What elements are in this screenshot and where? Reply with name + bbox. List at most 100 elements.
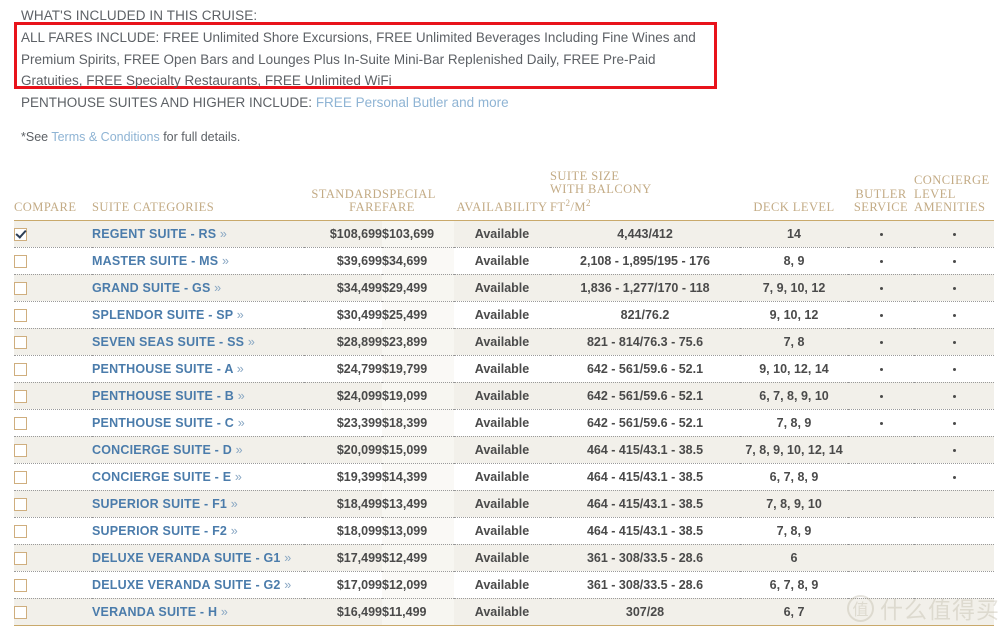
suite-category-cell: CONCIERGE SUITE - E »	[92, 463, 304, 491]
compare-checkbox[interactable]	[14, 308, 27, 322]
special-fare-cell: $12,099	[382, 571, 454, 599]
suite-size-cell: 464 - 415/43.1 - 38.5	[550, 463, 740, 491]
header-special-fare-line2: FARE	[382, 200, 415, 214]
suite-category-link[interactable]: DELUXE VERANDA SUITE - G2 »	[92, 578, 291, 592]
suite-category-link[interactable]: CONCIERGE SUITE - D »	[92, 443, 243, 457]
compare-cell	[14, 463, 92, 491]
availability-cell: Available	[454, 544, 550, 572]
compare-checkbox[interactable]	[14, 551, 27, 565]
compare-checkbox[interactable]	[14, 227, 27, 241]
special-fare-cell: $25,499	[382, 301, 454, 329]
suite-size-cell: 1,836 - 1,277/170 - 118	[550, 274, 740, 302]
concierge-bullet-icon	[952, 475, 956, 479]
suite-category-link[interactable]: SEVEN SEAS SUITE - SS »	[92, 335, 255, 349]
special-fare-cell: $29,499	[382, 274, 454, 302]
suite-category-link[interactable]: REGENT SUITE - RS »	[92, 227, 227, 241]
table-row: PENTHOUSE SUITE - C » $23,399 $18,399 Avail…	[14, 409, 994, 437]
suite-category-link[interactable]: SUPERIOR SUITE - F1 »	[92, 497, 238, 511]
special-fare-cell: $103,699	[382, 220, 454, 248]
suite-category-link[interactable]: PENTHOUSE SUITE - B »	[92, 389, 245, 403]
chevron-right-icon: »	[214, 280, 222, 295]
suite-comparison-table-wrapper: COMPARE SUITE CATEGORIES STANDARD FARE S…	[14, 164, 994, 626]
suite-category-link[interactable]: MASTER SUITE - MS »	[92, 254, 229, 268]
butler-bullet-icon	[879, 286, 883, 290]
suite-size-cell: 464 - 415/43.1 - 38.5	[550, 490, 740, 518]
concierge-amenities-cell	[914, 220, 994, 248]
special-fare-cell: $13,499	[382, 490, 454, 518]
butler-service-cell	[848, 220, 914, 248]
compare-checkbox[interactable]	[14, 578, 27, 592]
standard-fare-cell: $108,699	[304, 220, 382, 248]
chevron-right-icon: »	[284, 577, 292, 592]
suite-category-link[interactable]: CONCIERGE SUITE - E »	[92, 470, 242, 484]
concierge-bullet-icon	[952, 394, 956, 398]
chevron-right-icon: »	[234, 469, 243, 484]
availability-cell: Available	[454, 355, 550, 383]
penthouse-butler-link[interactable]: FREE Personal Butler and more	[316, 95, 509, 110]
deck-level-cell: 6, 7	[740, 598, 848, 626]
compare-checkbox[interactable]	[14, 443, 27, 457]
header-butler-line1: BUTLER	[855, 186, 907, 201]
concierge-amenities-cell	[914, 301, 994, 329]
table-body: REGENT SUITE - RS » $108,699 $103,699 Avail…	[14, 220, 994, 626]
concierge-amenities-cell	[914, 517, 994, 545]
special-fare-cell: $19,099	[382, 382, 454, 410]
table-row: PENTHOUSE SUITE - A » $24,799 $19,799 Avail…	[14, 355, 994, 383]
chevron-right-icon: »	[219, 226, 228, 241]
availability-cell: Available	[454, 220, 550, 248]
concierge-amenities-cell	[914, 328, 994, 356]
header-concierge-line1: CONCIERGE	[914, 173, 990, 187]
suite-size-cell: 821 - 814/76.3 - 75.6	[550, 328, 740, 356]
butler-service-cell	[848, 517, 914, 545]
special-fare-cell: $23,899	[382, 328, 454, 356]
availability-cell: Available	[454, 301, 550, 329]
standard-fare-cell: $24,099	[304, 382, 382, 410]
compare-cell	[14, 220, 92, 248]
penthouse-include-line: PENTHOUSE SUITES AND HIGHER INCLUDE: FRE…	[21, 95, 509, 110]
compare-checkbox[interactable]	[14, 416, 27, 430]
compare-checkbox[interactable]	[14, 254, 27, 268]
table-row: VERANDA SUITE - H » $16,499 $11,499 Availab…	[14, 598, 994, 626]
deck-level-cell: 6, 7, 8, 9, 10	[740, 382, 848, 410]
availability-cell: Available	[454, 571, 550, 599]
special-fare-cell: $14,399	[382, 463, 454, 491]
standard-fare-cell: $20,099	[304, 436, 382, 464]
compare-checkbox[interactable]	[14, 389, 27, 403]
compare-checkbox[interactable]	[14, 362, 27, 376]
butler-service-cell	[848, 274, 914, 302]
compare-checkbox[interactable]	[14, 524, 27, 538]
suite-size-cell: 821/76.2	[550, 301, 740, 329]
chevron-right-icon: »	[222, 253, 230, 268]
availability-cell: Available	[454, 463, 550, 491]
standard-fare-cell: $34,499	[304, 274, 382, 302]
suite-category-link[interactable]: PENTHOUSE SUITE - C »	[92, 416, 245, 430]
compare-checkbox[interactable]	[14, 497, 27, 511]
chevron-right-icon: »	[237, 415, 245, 430]
standard-fare-cell: $19,399	[304, 463, 382, 491]
table-row: SUPERIOR SUITE - F2 » $18,099 $13,099 Avail…	[14, 517, 994, 545]
standard-fare-cell: $18,099	[304, 517, 382, 545]
butler-service-cell	[848, 490, 914, 518]
compare-cell	[14, 247, 92, 275]
suite-category-link[interactable]: PENTHOUSE SUITE - A »	[92, 362, 244, 376]
compare-checkbox[interactable]	[14, 605, 27, 619]
table-row: DELUXE VERANDA SUITE - G2 » $17,099 $12,09…	[14, 571, 994, 599]
compare-checkbox[interactable]	[14, 281, 27, 295]
terms-and-conditions-link[interactable]: Terms & Conditions	[51, 130, 159, 144]
chevron-right-icon: »	[236, 307, 244, 322]
compare-checkbox[interactable]	[14, 470, 27, 484]
availability-cell: Available	[454, 436, 550, 464]
suite-size-cell: 642 - 561/59.6 - 52.1	[550, 355, 740, 383]
suite-category-link[interactable]: DELUXE VERANDA SUITE - G1 »	[92, 551, 291, 565]
standard-fare-cell: $28,899	[304, 328, 382, 356]
deck-level-cell: 6, 7, 8, 9	[740, 463, 848, 491]
suite-size-cell: 2,108 - 1,895/195 - 176	[550, 247, 740, 275]
suite-size-cell: 642 - 561/59.6 - 52.1	[550, 382, 740, 410]
standard-fare-cell: $24,799	[304, 355, 382, 383]
page-root: WHAT'S INCLUDED IN THIS CRUISE: ALL FARE…	[0, 0, 1008, 633]
suite-category-link[interactable]: GRAND SUITE - GS »	[92, 281, 221, 295]
suite-category-link[interactable]: SPLENDOR SUITE - SP »	[92, 308, 244, 322]
suite-category-link[interactable]: VERANDA SUITE - H »	[92, 605, 228, 619]
compare-checkbox[interactable]	[14, 335, 27, 349]
suite-category-link[interactable]: SUPERIOR SUITE - F2 »	[92, 524, 238, 538]
